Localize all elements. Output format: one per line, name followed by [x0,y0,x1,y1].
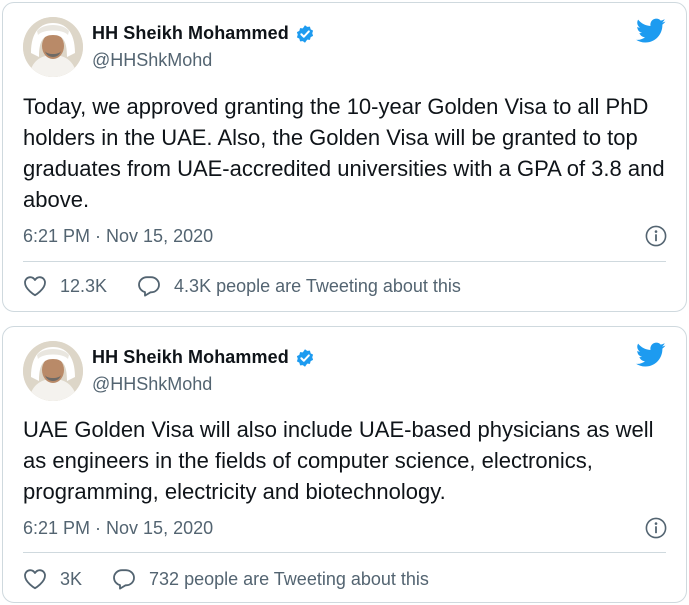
conversation-text: 4.3K people are Tweeting about this [174,275,461,296]
avatar[interactable] [23,341,83,401]
like-button[interactable]: 12.3K [23,275,107,297]
verified-badge-icon [295,24,315,44]
tweet-actions: 3K 732 people are Tweeting about this [23,568,429,590]
divider [23,261,666,262]
author-name[interactable]: HH Sheikh Mohammed [92,23,289,44]
verified-badge-icon [295,348,315,368]
speech-bubble-icon [113,569,135,590]
tweet-timestamp[interactable]: 6:21 PM · Nov 15, 2020 [23,226,213,247]
like-count: 12.3K [60,275,108,296]
conversation-text: 732 people are Tweeting about this [149,568,429,589]
conversation-button[interactable]: 4.3K people are Tweeting about this [137,275,461,297]
author-handle[interactable]: @HHShkMohd [92,50,212,71]
like-button[interactable]: 3K [23,568,82,590]
divider [23,552,666,553]
author-name[interactable]: HH Sheikh Mohammed [92,347,289,368]
heart-icon [24,569,46,590]
tweet-card[interactable]: HH Sheikh Mohammed @HHShkMohd UAE Golden… [2,326,687,603]
tweet-actions: 12.3K 4.3K people are Tweeting about thi… [23,275,461,297]
like-count: 3K [60,568,83,589]
info-icon[interactable] [645,517,667,539]
avatar[interactable] [23,17,83,77]
info-icon[interactable] [645,225,667,247]
twitter-bird-icon[interactable] [636,342,666,368]
speech-bubble-icon [138,276,160,297]
tweet-text: UAE Golden Visa will also include UAE-ba… [23,417,654,504]
tweet-text: Today, we approved granting the 10-year … [23,94,665,212]
twitter-bird-icon[interactable] [636,18,666,44]
heart-icon [24,276,46,297]
tweet-timestamp[interactable]: 6:21 PM · Nov 15, 2020 [23,518,213,539]
tweet-card[interactable]: HH Sheikh Mohammed @HHShkMohd Today, we … [2,2,687,312]
author-handle[interactable]: @HHShkMohd [92,374,212,395]
conversation-button[interactable]: 732 people are Tweeting about this [112,568,429,590]
